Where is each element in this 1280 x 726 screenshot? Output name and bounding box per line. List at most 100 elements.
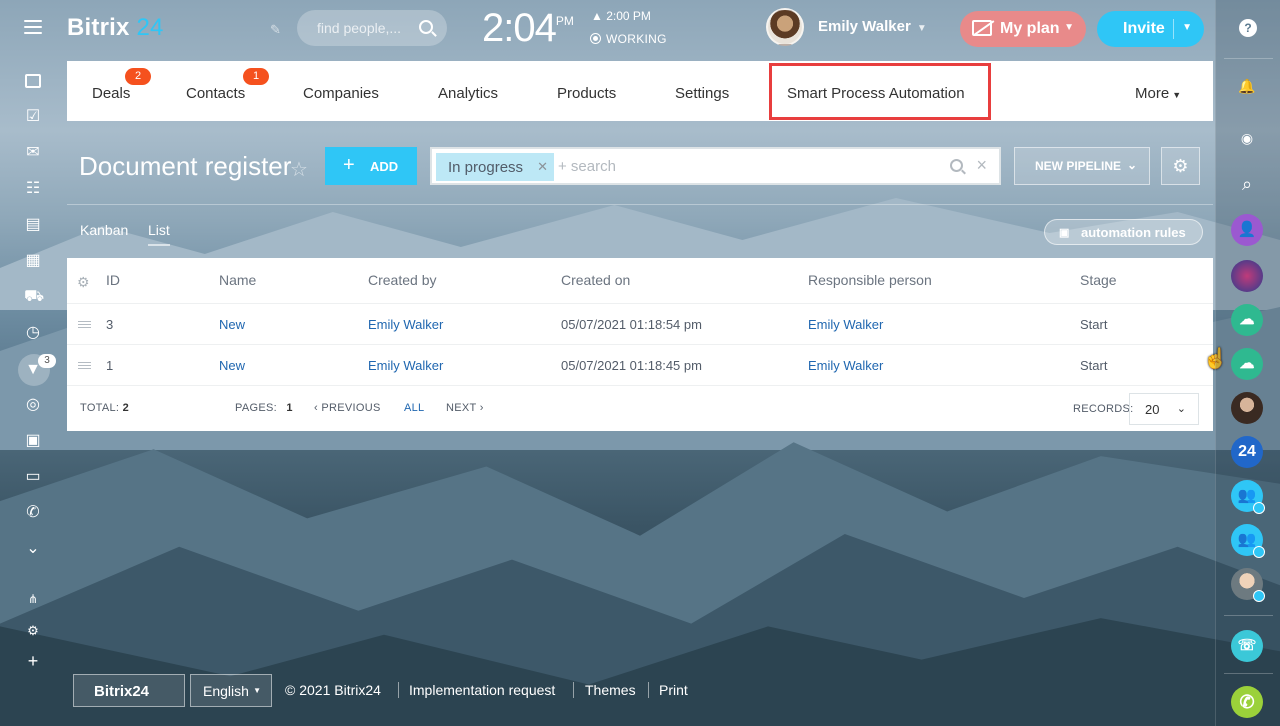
cell-responsible-link[interactable]: Emily Walker: [808, 358, 883, 373]
column-header-id[interactable]: ID: [106, 272, 120, 288]
print-link[interactable]: Print: [659, 682, 688, 698]
phone-icon[interactable]: ✆: [24, 504, 42, 522]
settings-gear-button[interactable]: ⚙: [1161, 147, 1200, 185]
bitrix24-logo[interactable]: Bitrix 24: [67, 14, 164, 42]
drag-handle-icon[interactable]: [78, 321, 91, 329]
records-per-page-select[interactable]: 20 ⌄: [1129, 393, 1199, 425]
open-lines-icon[interactable]: 👥: [1231, 480, 1265, 514]
target-icon[interactable]: ◎: [24, 396, 42, 414]
tab-companies[interactable]: Companies: [303, 85, 379, 102]
cloud-icon[interactable]: ☁: [1231, 348, 1263, 380]
cell-created-by-link[interactable]: Emily Walker: [368, 358, 443, 373]
bitrix24-chat-icon[interactable]: 24: [1231, 436, 1263, 468]
open-lines-icon[interactable]: 👥: [1231, 524, 1265, 558]
contact-avatar[interactable]: [1231, 568, 1265, 602]
view-kanban[interactable]: Kanban: [80, 222, 128, 238]
settings-gear-icon[interactable]: ⚙: [24, 622, 42, 640]
notifications-bell-icon[interactable]: 🔔: [1238, 77, 1256, 95]
filter-chip[interactable]: In progress ✕: [436, 153, 554, 181]
clear-icon[interactable]: ×: [976, 155, 987, 176]
cart-icon[interactable]: ⛟: [24, 288, 44, 306]
close-icon[interactable]: ✕: [537, 159, 548, 175]
search-icon[interactable]: [419, 20, 433, 34]
feed-icon[interactable]: [24, 72, 42, 90]
next-page-link[interactable]: NEXT ›: [446, 402, 484, 414]
sites-icon[interactable]: ▭: [24, 468, 42, 486]
view-list[interactable]: List: [148, 222, 170, 246]
calendar-icon[interactable]: ▦: [24, 252, 42, 270]
left-sidebar: ☑ ✉ ☷ ▤ ▦ ⛟ ◷ ▼ 3 ◎ ▣ ▭ ✆ ⌄ ⋔ ⚙ +: [0, 0, 67, 726]
table-row[interactable]: 3 New Emily Walker 05/07/2021 01:18:54 p…: [67, 304, 1213, 345]
cell-name-link[interactable]: New: [219, 317, 245, 332]
tab-more[interactable]: More ▼: [1135, 85, 1181, 102]
new-pipeline-button[interactable]: NEW PIPELINE ⌄: [1014, 147, 1150, 185]
global-search-input[interactable]: find people,...: [297, 10, 447, 46]
cell-name-link[interactable]: New: [219, 358, 245, 373]
cloud-icon[interactable]: ☁: [1231, 304, 1263, 336]
column-header-created-on[interactable]: Created on: [561, 272, 630, 288]
clock-icon[interactable]: ◷: [24, 324, 42, 342]
apps-grid-icon[interactable]: ▣: [24, 432, 42, 450]
right-sidebar: ? 🔔 ◉ ⌕ 👤 ☁ ☁ 24 👥 👥 ☏ ✆: [1215, 0, 1280, 726]
cell-created-by-link[interactable]: Emily Walker: [368, 317, 443, 332]
data-grid: ⚙ ID Name Created by Created on Responsi…: [67, 258, 1213, 431]
search-icon[interactable]: ⌕: [1238, 175, 1256, 193]
contact-card-icon[interactable]: ▤: [24, 216, 42, 234]
cell-responsible-link[interactable]: Emily Walker: [808, 317, 883, 332]
column-header-responsible[interactable]: Responsible person: [808, 272, 932, 288]
top-nav: Deals 2 Contacts 1 Companies Analytics P…: [67, 61, 1213, 121]
tab-products[interactable]: Products: [557, 85, 616, 102]
sitemap-icon[interactable]: ⋔: [24, 590, 42, 608]
favorite-star-icon[interactable]: ☆: [290, 157, 308, 182]
call-phone-icon[interactable]: ✆: [1231, 686, 1263, 718]
avatar[interactable]: [766, 8, 804, 46]
clock[interactable]: 2:04PM: [482, 6, 574, 51]
language-select[interactable]: English ▼: [190, 674, 272, 707]
chevron-down-icon[interactable]: ▼: [1182, 22, 1192, 33]
tab-contacts[interactable]: Contacts 1: [186, 68, 269, 102]
user-avatar-icon[interactable]: 👤: [1231, 214, 1263, 246]
menu-icon[interactable]: [24, 20, 42, 34]
column-settings-icon[interactable]: ⚙: [77, 274, 90, 291]
previous-page-link[interactable]: ‹ PREVIOUS: [314, 402, 381, 414]
my-plan-button[interactable]: My plan ▼: [960, 11, 1086, 47]
automation-rules-button[interactable]: ▣ automation rules: [1044, 219, 1203, 245]
add-button[interactable]: + ADD: [325, 147, 417, 185]
invite-button[interactable]: Invite ▼: [1097, 11, 1204, 47]
cell-created-on: 05/07/2021 01:18:45 pm: [561, 358, 702, 373]
more-down-icon[interactable]: ⌄: [24, 540, 42, 558]
chevron-down-icon: ⌄: [1176, 403, 1186, 415]
edit-pencil-icon[interactable]: ✎: [270, 22, 281, 38]
records-label: RECORDS:: [1073, 403, 1134, 415]
filter-search-input[interactable]: In progress ✕ + search ×: [430, 147, 1001, 185]
tab-smart-process-automation[interactable]: Smart Process Automation: [787, 85, 965, 102]
chat-bubble-icon[interactable]: ◉: [1238, 129, 1256, 147]
contact-avatar[interactable]: [1231, 260, 1263, 292]
user-menu[interactable]: Emily Walker ▼: [818, 18, 927, 35]
tab-analytics[interactable]: Analytics: [438, 85, 498, 102]
chevron-down-icon: ▼: [253, 686, 261, 695]
tab-deals[interactable]: Deals 2: [92, 68, 151, 102]
phone-book-icon[interactable]: ☏: [1231, 630, 1263, 662]
implementation-request-link[interactable]: Implementation request: [409, 682, 555, 698]
tasks-icon[interactable]: ☑: [24, 108, 42, 126]
cell-stage: Start: [1080, 358, 1108, 373]
help-icon[interactable]: ?: [1239, 19, 1257, 37]
contact-avatar[interactable]: [1231, 392, 1263, 424]
search-icon[interactable]: [950, 159, 963, 172]
table-row[interactable]: 1 New Emily Walker 05/07/2021 01:18:45 p…: [67, 345, 1213, 386]
column-header-name[interactable]: Name: [219, 272, 256, 288]
column-header-created-by[interactable]: Created by: [368, 272, 436, 288]
add-plus-icon[interactable]: +: [24, 652, 42, 670]
themes-link[interactable]: Themes: [585, 682, 636, 698]
bitrix24-button[interactable]: Bitrix24: [73, 674, 185, 707]
contacts-badge: 1: [243, 68, 269, 85]
column-header-stage[interactable]: Stage: [1080, 272, 1117, 288]
drag-handle-icon[interactable]: [78, 362, 91, 370]
all-pages-link[interactable]: ALL: [404, 402, 424, 414]
workgroups-icon[interactable]: ☷: [24, 180, 42, 198]
tab-settings[interactable]: Settings: [675, 85, 729, 102]
chat-icon[interactable]: ✉: [24, 144, 42, 162]
cell-id: 3: [106, 317, 114, 332]
work-status[interactable]: WORKING: [590, 32, 667, 46]
